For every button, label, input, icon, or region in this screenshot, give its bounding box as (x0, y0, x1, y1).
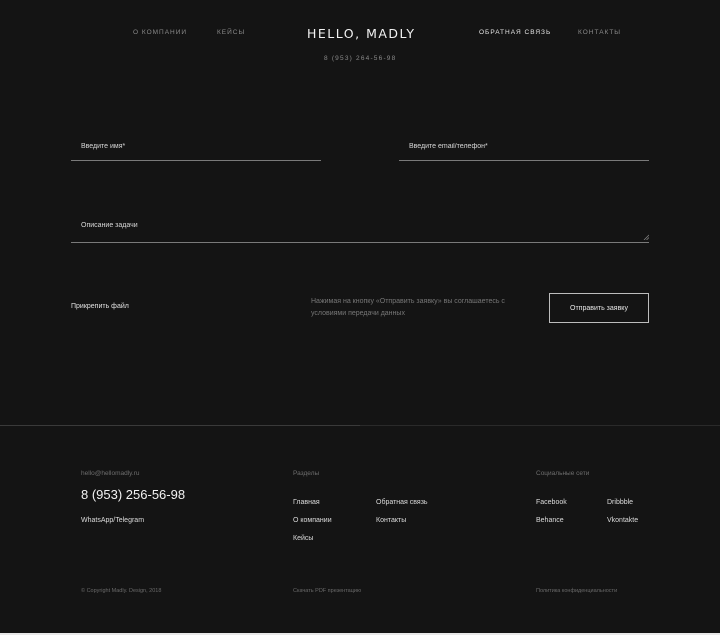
footer-messengers[interactable]: WhatsApp/Telegram (81, 517, 144, 524)
nav-contacts-link[interactable]: Контакты (578, 29, 621, 36)
name-input[interactable] (71, 132, 321, 160)
header-phone[interactable]: 8 (953) 264-56-98 (324, 55, 396, 62)
attach-file-link[interactable]: Прикрепить файл (71, 303, 129, 310)
pdf-download-link[interactable]: Скачать PDF презентацию (293, 588, 361, 594)
footer-phone[interactable]: 8 (953) 256-56-98 (81, 487, 185, 502)
nav-about-link[interactable]: О компании (133, 29, 187, 36)
footer-link-feedback[interactable]: Обратная связь (376, 499, 428, 506)
site-logo[interactable]: HELLO, MADLY (307, 26, 415, 41)
nav-cases-link[interactable]: Кейсы (217, 29, 245, 36)
footer-link-home[interactable]: Главная (293, 499, 320, 506)
task-field-wrapper (71, 215, 649, 243)
name-field-wrapper (71, 132, 321, 161)
sections-heading: Разделы (293, 470, 320, 477)
submit-button[interactable]: Отправить заявку (549, 293, 649, 323)
copyright-text: © Copyright Madly. Design, 2018 (81, 588, 162, 594)
section-divider-right (360, 425, 720, 426)
social-link-dribbble[interactable]: Dribbble (607, 499, 633, 506)
section-divider (0, 425, 360, 426)
footer-link-contacts[interactable]: Контакты (376, 517, 406, 524)
social-link-behance[interactable]: Behance (536, 517, 564, 524)
contact-input[interactable] (399, 132, 649, 160)
footer-link-cases[interactable]: Кейсы (293, 535, 313, 542)
social-link-facebook[interactable]: Facebook (536, 499, 567, 506)
footer-link-about[interactable]: О компании (293, 517, 332, 524)
privacy-policy-link[interactable]: Политика конфиденциальности (536, 588, 617, 594)
social-link-vkontakte[interactable]: Vkontakte (607, 517, 638, 524)
resize-grip-icon[interactable] (643, 234, 649, 240)
consent-text: Нажимая на кнопку «Отправить заявку» вы … (311, 298, 505, 317)
footer-email[interactable]: hello@hellomadly.ru (81, 470, 140, 477)
contact-field-wrapper (399, 132, 649, 161)
social-heading: Социальные сети (536, 470, 590, 477)
task-textarea[interactable] (71, 215, 649, 237)
nav-feedback-link[interactable]: Обратная связь (479, 29, 551, 36)
